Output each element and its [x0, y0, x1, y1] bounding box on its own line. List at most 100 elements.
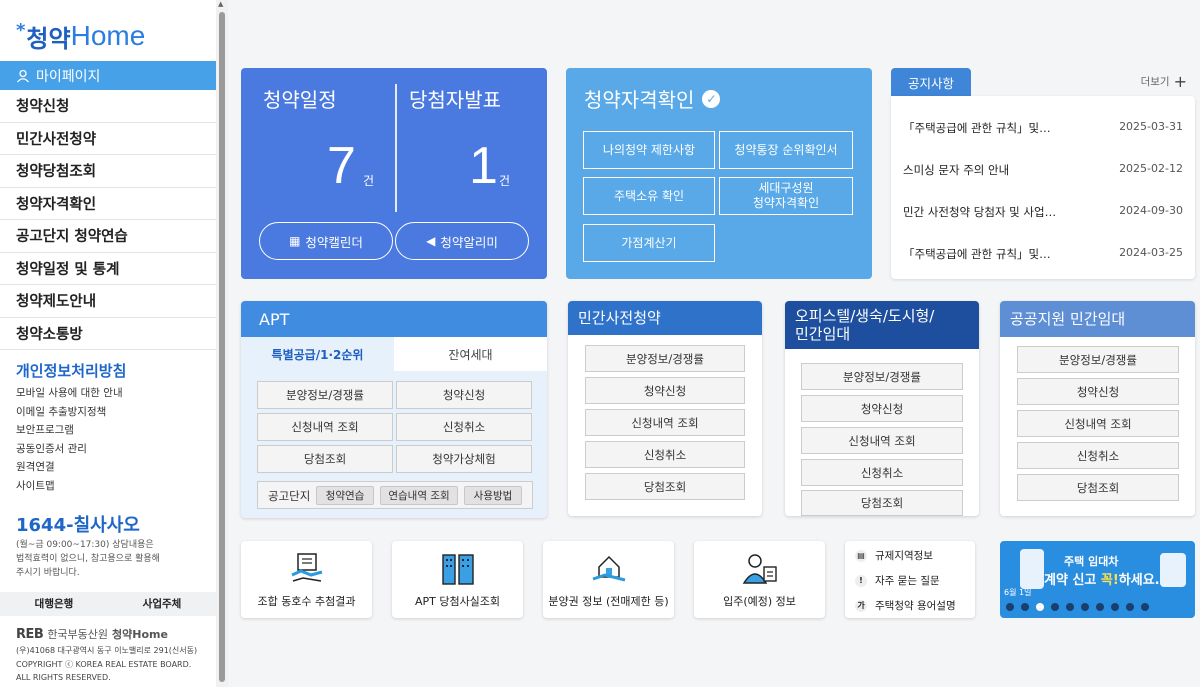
- of-cancel-button[interactable]: 신청취소: [801, 459, 963, 486]
- banner-text-a: 계약 신고: [1044, 573, 1101, 588]
- pr-history-button[interactable]: 신청내역 조회: [1017, 410, 1179, 437]
- apt-history-button[interactable]: 신청내역 조회: [257, 413, 393, 441]
- apt-apply-button[interactable]: 청약신청: [396, 381, 532, 409]
- apt-win-fact-card[interactable]: APT 당첨사실조회: [392, 541, 523, 618]
- note-line: 법적효력이 없으니, 참고용으로 활용해: [16, 554, 160, 564]
- lease-report-banner[interactable]: 주택 임대차 계약 신고 꼭!하세요. 6월 1일: [1000, 541, 1195, 618]
- pr-win-check-button[interactable]: 당첨조회: [1017, 474, 1179, 501]
- agency-bank-link[interactable]: 대행은행: [0, 592, 108, 616]
- pp-cancel-button[interactable]: 신청취소: [585, 441, 745, 468]
- link-mobile[interactable]: 모바일 사용에 대한 안내: [16, 384, 123, 403]
- notice-list: 「주택공급에 관한 규칙」및… 2025-03-31 스미싱 문자 주의 안내 20…: [891, 96, 1195, 279]
- copyright-line: COPYRIGHT ⓒ KOREA REAL ESTATE BOARD.: [16, 659, 192, 669]
- of-win-check-button[interactable]: 당첨조회: [801, 490, 963, 516]
- plus-icon: +: [1173, 72, 1187, 91]
- scrollbar-thumb[interactable]: [219, 12, 225, 682]
- banner-dot[interactable]: [1006, 603, 1014, 611]
- my-restrictions-button[interactable]: 나의청약 제한사항: [583, 131, 715, 169]
- banner-dot[interactable]: [1081, 603, 1089, 611]
- pr-apply-button[interactable]: 청약신청: [1017, 378, 1179, 405]
- glossary-link[interactable]: 가 주택청약 용어설명: [855, 598, 956, 613]
- of-sale-info-button[interactable]: 분양정보/경쟁률: [801, 363, 963, 390]
- link-remote[interactable]: 원격연결: [16, 458, 123, 477]
- banner-dot[interactable]: [1021, 603, 1029, 611]
- schedule-label[interactable]: 청약일정: [263, 84, 337, 113]
- apt-cancel-button[interactable]: 신청취소: [396, 413, 532, 441]
- banner-top: 주택 임대차: [1064, 555, 1119, 568]
- logo-text-ko: 청약: [26, 24, 71, 53]
- notice-item[interactable]: 「주택공급에 관한 규칙」및… 2024-03-25: [903, 246, 1183, 262]
- footer-links: 모바일 사용에 대한 안내 이메일 추출방지정책 보안프로그램 공동인증서 관리…: [16, 384, 123, 495]
- link-email-policy[interactable]: 이메일 추출방지정책: [16, 403, 123, 422]
- tab-remaining-units[interactable]: 잔여세대: [394, 337, 547, 371]
- practice-history-button[interactable]: 연습내역 조회: [380, 486, 458, 505]
- site-logo[interactable]: * 청약 Home: [16, 18, 145, 54]
- notice-item[interactable]: 스미싱 문자 주의 안내 2025-02-12: [903, 162, 1183, 178]
- winner-count[interactable]: 1: [469, 140, 498, 192]
- banner-dot[interactable]: [1051, 603, 1059, 611]
- exclamation-icon: !: [855, 574, 867, 587]
- banner-dot-active[interactable]: [1036, 603, 1044, 611]
- house-ownership-button[interactable]: 주택소유 확인: [583, 177, 715, 215]
- reb-name: 한국부동산원: [47, 628, 109, 641]
- notice-tab[interactable]: 공지사항: [891, 68, 971, 96]
- banner-line-1: 주택 임대차: [1064, 555, 1118, 569]
- link-security[interactable]: 보안프로그램: [16, 421, 123, 440]
- winner-label[interactable]: 당첨자발표: [409, 84, 501, 113]
- pp-sale-info-button[interactable]: 분양정보/경쟁률: [585, 345, 745, 372]
- menu-item-schedule-stats[interactable]: 청약일정 및 통계: [0, 253, 216, 285]
- pp-win-check-button[interactable]: 당첨조회: [585, 473, 745, 500]
- apt-win-check-button[interactable]: 당첨조회: [257, 445, 393, 473]
- calendar-button[interactable]: ▦ 청약캘린더: [259, 222, 393, 260]
- pp-apply-button[interactable]: 청약신청: [585, 377, 745, 404]
- account-rank-button[interactable]: 청약통장 순위확인서: [719, 131, 853, 169]
- howto-button[interactable]: 사용방법: [464, 486, 522, 505]
- notice-item[interactable]: 「주택공급에 관한 규칙」및… 2025-03-31: [903, 120, 1183, 136]
- sidebar-scrollbar[interactable]: ▲: [216, 0, 228, 687]
- practice-button[interactable]: 청약연습: [316, 486, 374, 505]
- tab-special-supply[interactable]: 특별공급/1·2순위: [241, 337, 394, 371]
- bank-links: 대행은행 사업주체: [0, 592, 216, 616]
- main-menu: 청약신청 민간사전청약 청약당첨조회 청약자격확인 공고단지 청약연습 청약일정…: [0, 90, 216, 350]
- alarm-button[interactable]: ◀ 청약알리미: [395, 222, 529, 260]
- menu-item-win-check[interactable]: 청약당첨조회: [0, 155, 216, 188]
- menu-item-system-guide[interactable]: 청약제도안내: [0, 285, 216, 318]
- menu-item-qualification[interactable]: 청약자격확인: [0, 188, 216, 220]
- schedule-count[interactable]: 7: [327, 140, 356, 192]
- of-apply-button[interactable]: 청약신청: [801, 395, 963, 422]
- banner-dot[interactable]: [1111, 603, 1119, 611]
- notice-more-link[interactable]: 더보기 +: [1141, 72, 1187, 91]
- pr-cancel-button[interactable]: 신청취소: [1017, 442, 1179, 469]
- menu-item-community[interactable]: 청약소통방: [0, 318, 216, 350]
- alarm-button-label: 청약알리미: [440, 234, 498, 250]
- reb-home: 청약Home: [112, 628, 168, 641]
- pr-sale-info-button[interactable]: 분양정보/경쟁률: [1017, 346, 1179, 373]
- apt-sale-info-button[interactable]: 분양정보/경쟁률: [257, 381, 393, 409]
- notice-item[interactable]: 민간 사전청약 당첨자 및 사업… 2024-09-30: [903, 204, 1183, 220]
- menu-item-practice[interactable]: 공고단지 청약연습: [0, 220, 216, 253]
- business-entity-link[interactable]: 사업주체: [108, 592, 216, 616]
- move-in-info-card[interactable]: 입주(예정) 정보: [694, 541, 825, 618]
- apt-virtual-experience-button[interactable]: 청약가상체험: [396, 445, 532, 473]
- qualification-card: 청약자격확인 ✓ 나의청약 제한사항 청약통장 순위확인서 주택소유 확인 세대…: [566, 68, 872, 279]
- pp-history-button[interactable]: 신청내역 조회: [585, 409, 745, 436]
- household-qualification-button[interactable]: 세대구성원 청약자격확인: [719, 177, 853, 215]
- banner-dot[interactable]: [1066, 603, 1074, 611]
- faq-link[interactable]: ! 자주 묻는 질문: [855, 573, 940, 588]
- union-lottery-card[interactable]: 조합 동호수 추첨결과: [241, 541, 372, 618]
- of-history-button[interactable]: 신청내역 조회: [801, 427, 963, 454]
- banner-dot[interactable]: [1126, 603, 1134, 611]
- scroll-up-icon[interactable]: ▲: [218, 0, 223, 8]
- presale-rights-card[interactable]: 분양권 정보 (전매제한 등): [543, 541, 674, 618]
- note-line: 주시기 바랍니다.: [16, 568, 80, 578]
- link-certificate[interactable]: 공동인증서 관리: [16, 440, 123, 459]
- link-sitemap[interactable]: 사이트맵: [16, 477, 123, 496]
- banner-dot[interactable]: [1141, 603, 1149, 611]
- point-calculator-button[interactable]: 가점계산기: [583, 224, 715, 262]
- menu-item-private-pre[interactable]: 민간사전청약: [0, 123, 216, 155]
- privacy-policy-link[interactable]: 개인정보처리방침: [16, 360, 126, 381]
- banner-dot[interactable]: [1096, 603, 1104, 611]
- menu-item-apply[interactable]: 청약신청: [0, 90, 216, 123]
- mypage-button[interactable]: 마이페이지: [0, 61, 216, 90]
- regulated-area-link[interactable]: ▤ 규제지역정보: [855, 548, 933, 563]
